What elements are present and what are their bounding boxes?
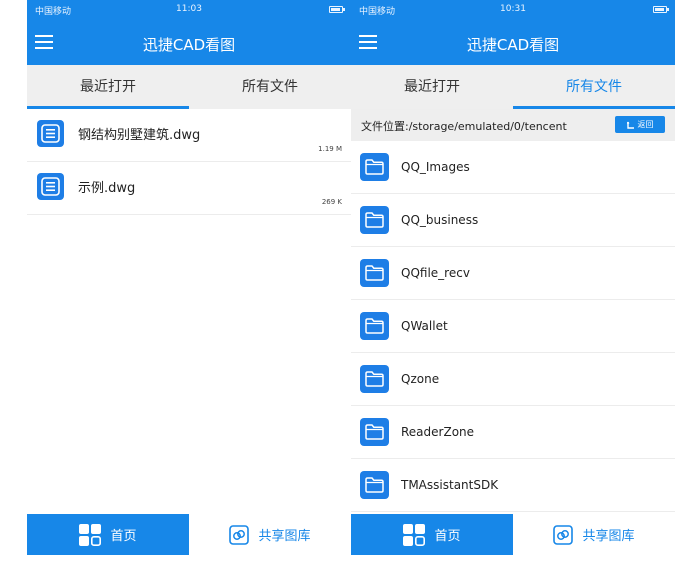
folder-name: Qzone [401,372,440,386]
document-icon [37,173,64,200]
bottom-nav: 首页 共享图库 [27,514,351,555]
tab-recent-label: 最近打开 [404,79,460,95]
folder-icon [360,206,389,234]
tab-recent-label: 最近打开 [80,79,136,95]
tab-all-files[interactable]: 所有文件 [189,65,351,109]
back-button[interactable]: 返回 [615,116,665,133]
tab-all-files-label: 所有文件 [566,79,622,95]
grid-icon [403,523,426,546]
recent-file-row[interactable]: 示例.dwg 269 K [27,162,351,215]
folder-icon [360,312,389,340]
folder-row[interactable]: QQfile_recv [351,247,675,300]
folder-list: QQ_Images QQ_business QQfile_recv QWallet Qz… [351,141,675,512]
share-gallery-icon [229,524,250,545]
grid-icon [79,523,102,546]
nav-share-label: 共享图库 [258,529,311,544]
nav-home[interactable]: 首页 [351,514,513,555]
recent-file-row[interactable]: 钢结构别墅建筑.dwg 1.19 M [27,109,351,162]
folder-icon [360,365,389,393]
status-bar: 中国移动 11:03 [27,0,351,20]
file-size: 269 K [321,198,342,206]
tab-recent[interactable]: 最近打开 [351,65,513,109]
nav-home-label: 首页 [110,529,137,544]
screen-all-files: 中国移动 10:31 迅捷CAD看图 最近打开 所有文件 文件位置:/stora… [351,0,675,565]
folder-row[interactable]: TMAssistantSDK [351,459,675,512]
battery-fill [331,8,340,11]
share-gallery-icon [553,524,574,545]
tab-bar: 最近打开 所有文件 [27,65,351,109]
folder-row[interactable]: Qzone [351,353,675,406]
return-arrow-icon [626,121,634,129]
clock: 11:03 [176,4,202,14]
folder-name: QQ_business [401,213,479,227]
battery-icon [329,6,345,13]
status-bar: 中国移动 10:31 [351,0,675,20]
folder-name: QWallet [401,319,448,333]
file-name: 钢结构别墅建筑.dwg [78,128,201,143]
folder-row[interactable]: QQ_business [351,194,675,247]
file-name: 示例.dwg [78,181,136,196]
tab-bar: 最近打开 所有文件 [351,65,675,109]
app-bar: 迅捷CAD看图 [351,20,675,65]
document-icon [37,120,64,147]
folder-name: TMAssistantSDK [401,478,499,492]
screen-recent: 中国移动 11:03 迅捷CAD看图 最近打开 所有文件 钢结构别墅建筑.dwg… [27,0,351,565]
folder-name: QQ_Images [401,160,470,174]
app-title: 迅捷CAD看图 [142,36,236,54]
nav-home-label: 首页 [434,529,461,544]
nav-share-gallery[interactable]: 共享图库 [513,514,675,555]
folder-icon [360,259,389,287]
recent-file-list: 钢结构别墅建筑.dwg 1.19 M 示例.dwg 269 K [27,109,351,215]
folder-row[interactable]: ReaderZone [351,406,675,459]
folder-icon [360,418,389,446]
nav-share-gallery[interactable]: 共享图库 [189,514,351,555]
folder-name: QQfile_recv [401,266,470,280]
app-bar: 迅捷CAD看图 [27,20,351,65]
tab-all-files[interactable]: 所有文件 [513,65,675,109]
nav-share-label: 共享图库 [582,529,635,544]
path-bar: 文件位置:/storage/emulated/0/tencent 返回 [351,109,675,141]
folder-row[interactable]: QQ_Images [351,141,675,194]
folder-icon [360,153,389,181]
folder-name: ReaderZone [401,425,475,439]
clock: 10:31 [500,4,526,14]
bottom-nav: 首页 共享图库 [351,514,675,555]
battery-fill [655,8,664,11]
tab-recent[interactable]: 最近打开 [27,65,189,109]
battery-icon [653,6,669,13]
app-title: 迅捷CAD看图 [466,36,560,54]
current-path: 文件位置:/storage/emulated/0/tencent [361,120,567,133]
tab-all-files-label: 所有文件 [242,79,298,95]
nav-home[interactable]: 首页 [27,514,189,555]
back-button-label: 返回 [637,120,654,129]
folder-row[interactable]: QWallet [351,300,675,353]
folder-icon [360,471,389,499]
file-size: 1.19 M [318,145,342,153]
